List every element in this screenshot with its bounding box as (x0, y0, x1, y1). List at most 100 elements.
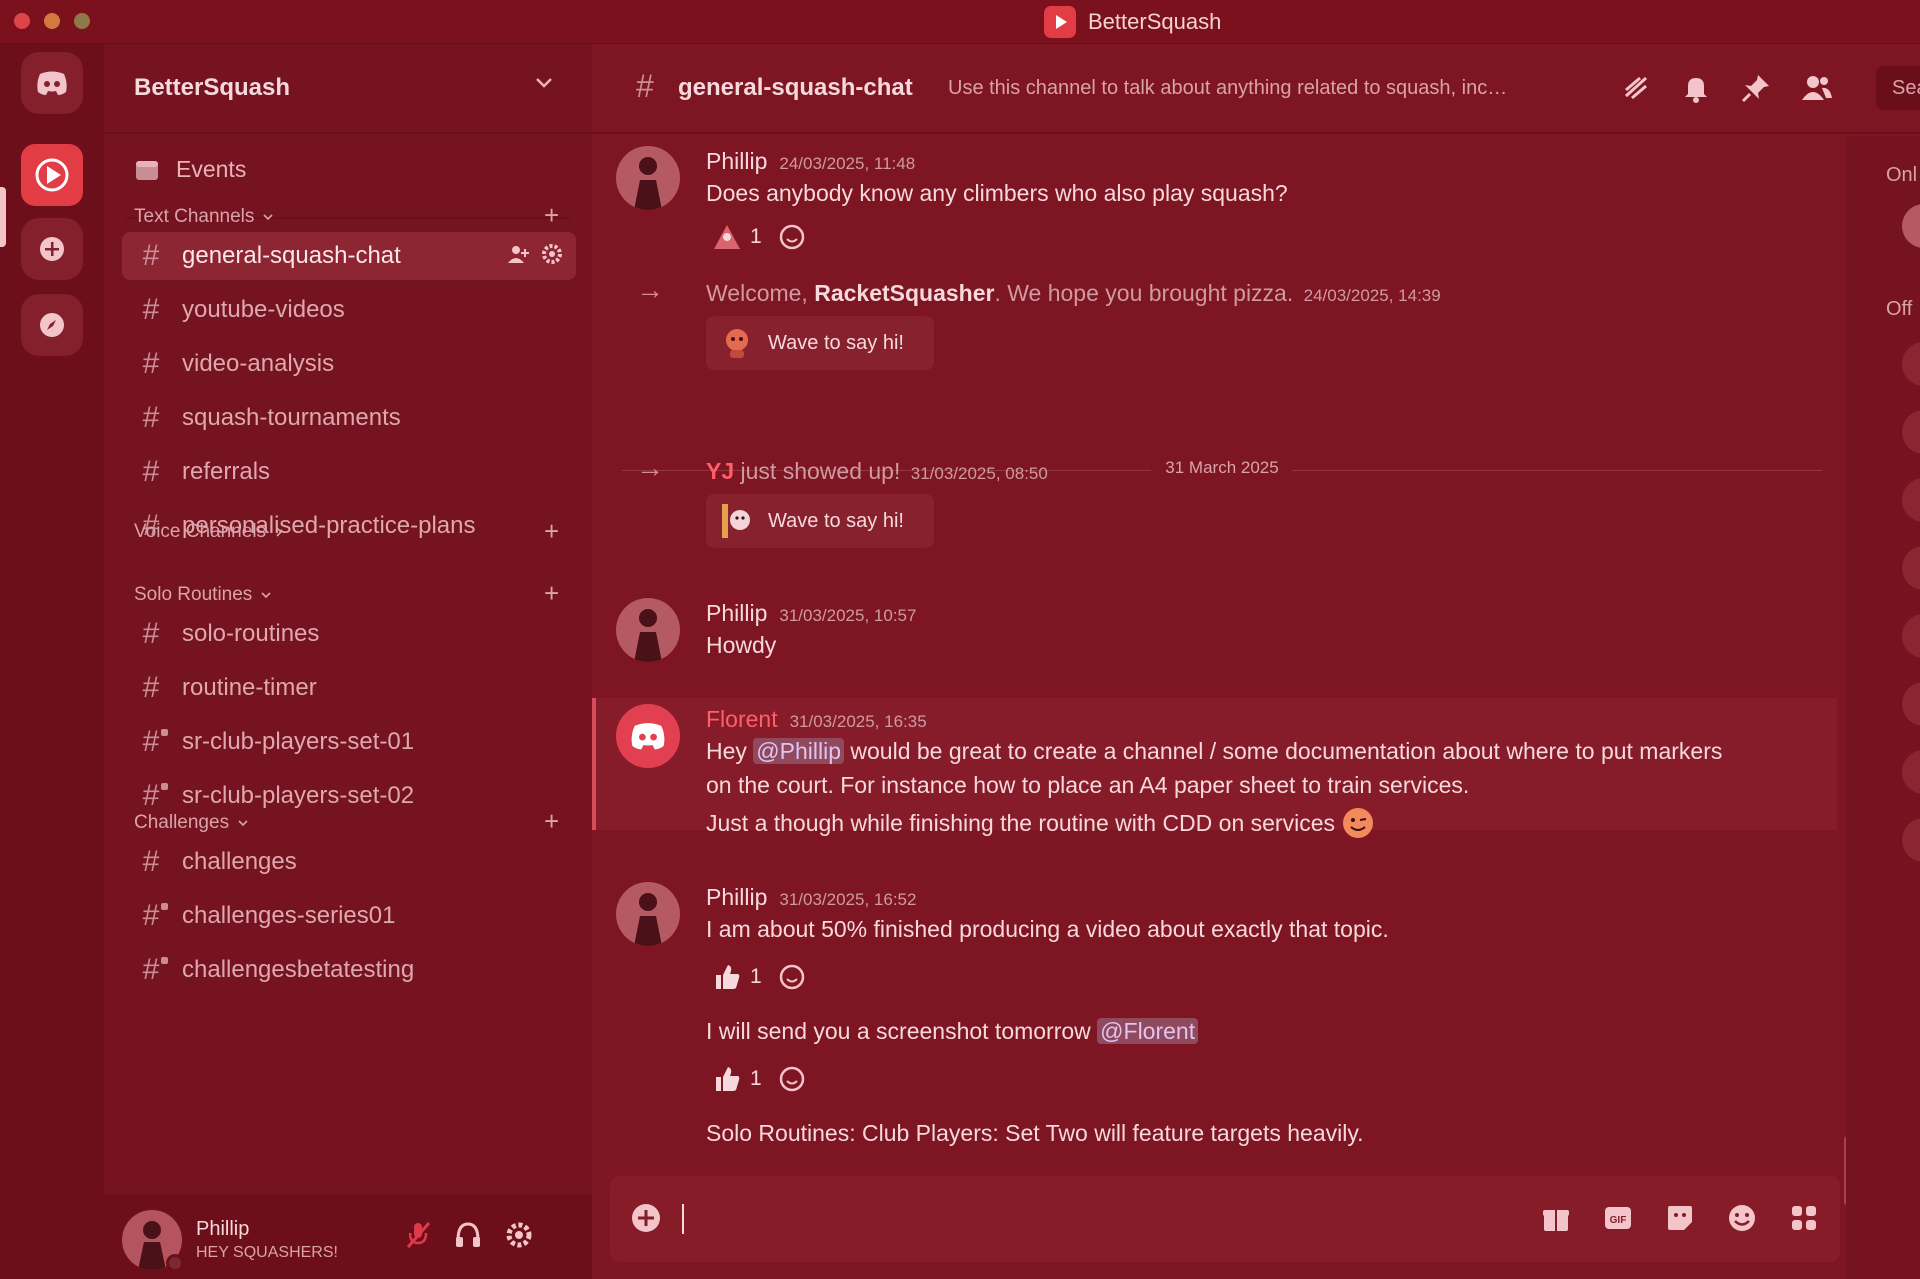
reaction-bar: 1 (706, 216, 806, 258)
message-author[interactable]: Florent 31/03/2025, 16:35 (706, 706, 927, 733)
message-text: Howdy (706, 632, 777, 658)
channel-general-squash-chat[interactable]: # general-squash-chat (122, 232, 576, 280)
message-timestamp: 31/03/2025, 10:57 (779, 606, 917, 625)
channel-label: sr-club-players-set-02 (182, 782, 415, 809)
channel-challenges-series01[interactable]: # challenges-series01 (122, 892, 576, 940)
avatar[interactable] (616, 704, 680, 768)
hash-icon: # (142, 845, 160, 878)
avatar[interactable] (616, 146, 680, 210)
sticker-icon[interactable] (1664, 1202, 1696, 1234)
channel-squash-tournaments[interactable]: # squash-tournaments (122, 394, 576, 442)
system-message: Welcome, RacketSquasher. We hope you bro… (706, 280, 1441, 306)
server-rail (0, 44, 104, 1279)
reaction[interactable]: 1 (706, 1064, 768, 1094)
search-input[interactable]: Sea (1876, 66, 1920, 110)
minimize-window-button[interactable] (44, 13, 60, 29)
member-avatar[interactable] (1902, 342, 1920, 386)
hash-icon: # (142, 455, 160, 488)
joined-user-name[interactable]: YJ (706, 458, 734, 484)
server-header[interactable]: BetterSquash (104, 44, 592, 134)
message-text: I am about 50% finished producing a vide… (706, 916, 1389, 942)
member-avatar[interactable] (1902, 750, 1920, 794)
discord-icon (37, 71, 67, 95)
channel-routine-timer[interactable]: # routine-timer (122, 664, 576, 712)
bell-icon[interactable] (1680, 72, 1712, 104)
channel-label: sr-club-players-set-01 (182, 728, 415, 755)
message-list: Phillip 24/03/2025, 11:48 Does anybody kn… (592, 136, 1846, 1206)
category-challenges[interactable]: Challenges (134, 812, 249, 834)
channel-referrals[interactable]: # referrals (122, 448, 576, 496)
channel-challengesbetatesting[interactable]: # challengesbetatesting (122, 946, 576, 994)
channel-topic[interactable]: Use this channel to talk about anything … (948, 77, 1508, 100)
member-avatar[interactable] (1902, 478, 1920, 522)
member-avatar[interactable] (1902, 818, 1920, 862)
close-window-button[interactable] (14, 13, 30, 29)
pin-icon[interactable] (1740, 72, 1772, 104)
message-composer[interactable]: GIF (610, 1176, 1840, 1262)
thumbs-up-icon (716, 1067, 740, 1091)
wave-button[interactable]: Wave to say hi! (706, 494, 934, 548)
reaction[interactable]: 1 (706, 222, 768, 252)
member-avatar[interactable] (1902, 410, 1920, 454)
add-challenge-channel-button[interactable]: + (544, 808, 559, 834)
maximize-window-button[interactable] (74, 13, 90, 29)
add-reaction-icon[interactable] (778, 1065, 806, 1093)
channel-sr-club-players-set-01[interactable]: # sr-club-players-set-01 (122, 718, 576, 766)
message-timestamp: 31/03/2025, 16:35 (789, 712, 927, 731)
emoji-icon[interactable] (1726, 1202, 1758, 1234)
reaction[interactable]: 1 (706, 962, 768, 992)
wave-button[interactable]: Wave to say hi! (706, 316, 934, 370)
add-text-channel-button[interactable]: + (544, 202, 559, 228)
member-avatar[interactable] (1902, 204, 1920, 248)
add-server-button[interactable] (21, 218, 83, 280)
direct-messages-button[interactable] (21, 52, 83, 114)
add-solo-channel-button[interactable]: + (544, 580, 559, 606)
hash-icon: # (142, 293, 160, 326)
apps-icon[interactable] (1788, 1202, 1820, 1234)
avatar[interactable] (616, 882, 680, 946)
avatar[interactable] (616, 598, 680, 662)
headphones-icon[interactable] (454, 1220, 482, 1250)
member-avatar[interactable] (1902, 546, 1920, 590)
message-text: Just a though while finishing the routin… (706, 806, 1816, 840)
add-reaction-icon[interactable] (778, 223, 806, 251)
category-solo-routines[interactable]: Solo Routines (134, 584, 272, 606)
channel-youtube-videos[interactable]: # youtube-videos (122, 286, 576, 334)
channel-solo-routines[interactable]: # solo-routines (122, 610, 576, 658)
category-label: Voice Channels (134, 521, 267, 542)
message-timestamp: 24/03/2025, 14:39 (1303, 286, 1441, 305)
svg-text:GIF: GIF (1610, 1215, 1627, 1226)
message-author[interactable]: Phillip 31/03/2025, 16:52 (706, 884, 916, 911)
threads-icon[interactable] (1620, 72, 1652, 104)
member-avatar[interactable] (1902, 614, 1920, 658)
user-mention[interactable]: @Phillip (753, 738, 845, 764)
category-text-channels[interactable]: Text Channels (134, 206, 274, 228)
category-voice-channels[interactable]: Voice Channels (134, 521, 284, 543)
message-author[interactable]: Phillip 31/03/2025, 10:57 (706, 600, 916, 627)
events-link[interactable]: Events (134, 156, 246, 183)
message-timestamp: 31/03/2025, 16:52 (779, 890, 917, 909)
microphone-muted-icon[interactable] (404, 1220, 432, 1250)
member-avatar[interactable] (1902, 682, 1920, 726)
add-voice-channel-button[interactable]: + (544, 518, 559, 544)
members-icon[interactable] (1800, 72, 1834, 104)
reaction-bar: 1 (706, 1058, 806, 1100)
gif-icon[interactable]: GIF (1602, 1202, 1634, 1234)
channel-video-analysis[interactable]: # video-analysis (122, 340, 576, 388)
gift-icon[interactable] (1540, 1202, 1572, 1234)
joined-user-name[interactable]: RacketSquasher (814, 280, 994, 306)
server-bettersquash-button[interactable] (21, 144, 83, 206)
discover-button[interactable] (21, 294, 83, 356)
message-author[interactable]: Phillip 24/03/2025, 11:48 (706, 148, 915, 175)
user-status-text: HEY SQUASHERS! (196, 1244, 338, 1261)
add-reaction-icon[interactable] (778, 963, 806, 991)
channel-label: squash-tournaments (182, 404, 401, 431)
channel-challenges[interactable]: # challenges (122, 838, 576, 886)
user-mention[interactable]: @Florent (1097, 1018, 1199, 1044)
gear-icon[interactable] (540, 242, 564, 266)
category-label: Solo Routines (134, 584, 253, 605)
plus-circle-icon[interactable] (630, 1202, 662, 1234)
invite-member-icon[interactable] (506, 242, 530, 266)
active-server-indicator (0, 187, 6, 247)
gear-icon[interactable] (504, 1220, 534, 1250)
